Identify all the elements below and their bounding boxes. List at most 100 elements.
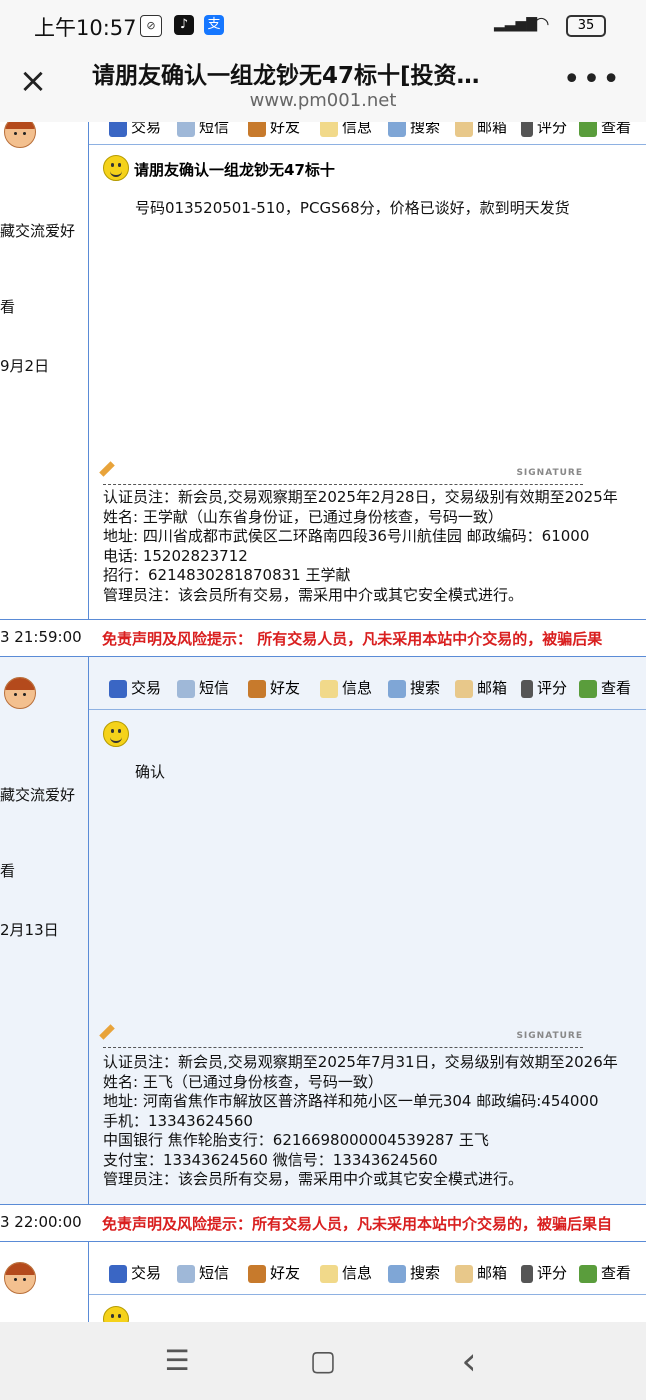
- sms-label: 短信: [199, 122, 230, 136]
- rate-label: 评分: [537, 1264, 568, 1282]
- signature-line: 中国银行 焦作轮胎支行：6216698000004539287 王飞: [103, 1131, 489, 1149]
- list-icon: [521, 1264, 533, 1283]
- signature-label: SIGNATURE: [516, 1031, 583, 1041]
- mail-button[interactable]: 邮箱: [455, 122, 507, 137]
- search-label: 搜索: [410, 679, 441, 697]
- view-label: 查看: [601, 122, 632, 136]
- author-view[interactable]: 看: [0, 860, 15, 881]
- mail-icon: [455, 1264, 473, 1283]
- author-join-date: 2月13日: [0, 921, 59, 939]
- tiktok-icon: ♪: [174, 15, 194, 35]
- list-icon: [521, 122, 533, 137]
- info-label: 信息: [342, 679, 373, 697]
- mail-label: 邮箱: [477, 122, 508, 136]
- trade-button[interactable]: 交易: [109, 1262, 161, 1283]
- phone-icon: [177, 679, 195, 698]
- trade-label: 交易: [131, 679, 162, 697]
- friends-icon: [248, 122, 266, 137]
- alipay-icon: 支: [204, 15, 224, 35]
- menu-button[interactable]: ☰: [162, 1346, 192, 1376]
- search-icon: [388, 679, 406, 698]
- sms-button[interactable]: 短信: [177, 677, 229, 698]
- friend-button[interactable]: 好友: [248, 122, 300, 137]
- phone-icon: [177, 122, 195, 137]
- search-label: 搜索: [410, 122, 441, 136]
- post-footer: 3 21:59:00 免责声明及风险提示： 所有交易人员，凡未采用本站中介交易的…: [0, 619, 646, 657]
- sms-button[interactable]: 短信: [177, 122, 229, 137]
- mute-icon: ⊘: [140, 15, 162, 37]
- friends-icon: [248, 1264, 266, 1283]
- mail-button[interactable]: 邮箱: [455, 677, 507, 698]
- phone-icon: [177, 1264, 195, 1283]
- signature-line: 手机：13343624560: [103, 1111, 253, 1130]
- post-body: 确认: [135, 763, 166, 781]
- signature-line: 姓名: 王学献（山东省身份证，已通过身份核查，号码一致）: [103, 507, 503, 526]
- info-label: 信息: [342, 1264, 373, 1282]
- signature-label: SIGNATURE: [516, 468, 583, 478]
- view-button[interactable]: 查看: [579, 677, 631, 698]
- info-button[interactable]: 信息: [320, 1262, 372, 1283]
- wifi-icon: ◠: [533, 13, 550, 35]
- sms-button[interactable]: 短信: [177, 1262, 229, 1283]
- mail-label: 邮箱: [477, 679, 508, 697]
- trade-button[interactable]: 交易: [109, 677, 161, 698]
- mail-button[interactable]: 邮箱: [455, 1262, 507, 1283]
- post-author-column: 藏交流爱好 看 2月13日: [0, 657, 89, 1204]
- search-button[interactable]: 搜索: [388, 677, 440, 698]
- home-button[interactable]: ▢: [308, 1346, 338, 1376]
- rate-button[interactable]: 评分: [521, 1262, 567, 1283]
- avatar[interactable]: [4, 1262, 36, 1294]
- back-button[interactable]: ‹: [454, 1342, 484, 1380]
- shield-icon: [109, 679, 127, 698]
- rate-button[interactable]: 评分: [521, 122, 567, 137]
- post-author-column: 藏交流爱好 看 9月2日: [0, 122, 89, 619]
- signature-line: 认证员注：新会员,交易观察期至2025年2月28日，交易级别有效期至2025年: [103, 488, 618, 506]
- signature-divider: SIGNATURE: [99, 1024, 583, 1048]
- note-icon: [320, 1264, 338, 1283]
- friend-button[interactable]: 好友: [248, 677, 300, 698]
- thread-content: 藏交流爱好 看 9月2日 交易 短信 好友 信息 搜索 邮箱 评分 查看 请朋友…: [0, 122, 646, 1322]
- signature-line: 电话: 15202823712: [103, 546, 248, 565]
- smiley-icon: [103, 721, 129, 747]
- close-button[interactable]: ×: [16, 64, 50, 98]
- trade-button[interactable]: 交易: [109, 122, 161, 137]
- page-title: 请朋友确认一组龙钞无47标十[投资…: [92, 63, 480, 89]
- signature-text: 认证员注：新会员,交易观察期至2025年2月28日，交易级别有效期至2025年 …: [103, 488, 618, 605]
- post-author-column: [0, 1242, 89, 1322]
- more-options-button[interactable]: •••: [563, 62, 622, 97]
- info-label: 信息: [342, 122, 373, 136]
- view-label: 查看: [601, 1264, 632, 1282]
- signature-divider: SIGNATURE: [99, 461, 583, 485]
- trade-label: 交易: [131, 1264, 162, 1282]
- mail-label: 邮箱: [477, 1264, 508, 1282]
- author-view[interactable]: 看: [0, 296, 15, 317]
- view-button[interactable]: 查看: [579, 1262, 631, 1283]
- post-body-column: 交易 短信 好友 信息 搜索 邮箱 评分 查看 请朋友确认一组龙钞无47标十 号…: [89, 122, 646, 619]
- avatar[interactable]: [4, 122, 36, 148]
- rate-label: 评分: [537, 122, 568, 136]
- divider: [89, 1294, 646, 1295]
- search-button[interactable]: 搜索: [388, 122, 440, 137]
- signature-line: 招行：6214830281870831 王学献: [103, 566, 351, 584]
- friend-button[interactable]: 好友: [248, 1262, 300, 1283]
- signature-line: 支付宝：13343624560 微信号：13343624560: [103, 1150, 438, 1169]
- post-body: 号码013520501-510，PCGS68分，价格已谈好，款到明天发货: [135, 199, 570, 217]
- search-icon: [388, 122, 406, 137]
- battery-icon: 35: [566, 15, 606, 37]
- title-bar: × 请朋友确认一组龙钞无47标十[投资… www.pm001.net •••: [0, 50, 646, 122]
- post-body-column: 交易 短信 好友 信息 搜索 邮箱 评分 查看: [89, 1242, 646, 1322]
- search-button[interactable]: 搜索: [388, 1262, 440, 1283]
- post-body-column: 交易 短信 好友 信息 搜索 邮箱 评分 查看 确认 SIGNATURE 认证员…: [89, 657, 646, 1204]
- signature-line: 管理员注：该会员所有交易，需采用中介或其它安全模式进行。: [103, 1170, 524, 1188]
- smiley-icon: [103, 155, 129, 181]
- rate-button[interactable]: 评分: [521, 677, 567, 698]
- view-button[interactable]: 查看: [579, 122, 631, 137]
- status-time: 上午10:57: [34, 16, 137, 40]
- post-footer: 3 22:00:00 免责声明及风险提示：所有交易人员，凡未采用本站中介交易的，…: [0, 1204, 646, 1242]
- divider: [89, 144, 646, 145]
- info-button[interactable]: 信息: [320, 677, 372, 698]
- note-icon: [320, 122, 338, 137]
- avatar[interactable]: [4, 677, 36, 709]
- post-timestamp: 3 21:59:00: [0, 628, 82, 646]
- info-button[interactable]: 信息: [320, 122, 372, 137]
